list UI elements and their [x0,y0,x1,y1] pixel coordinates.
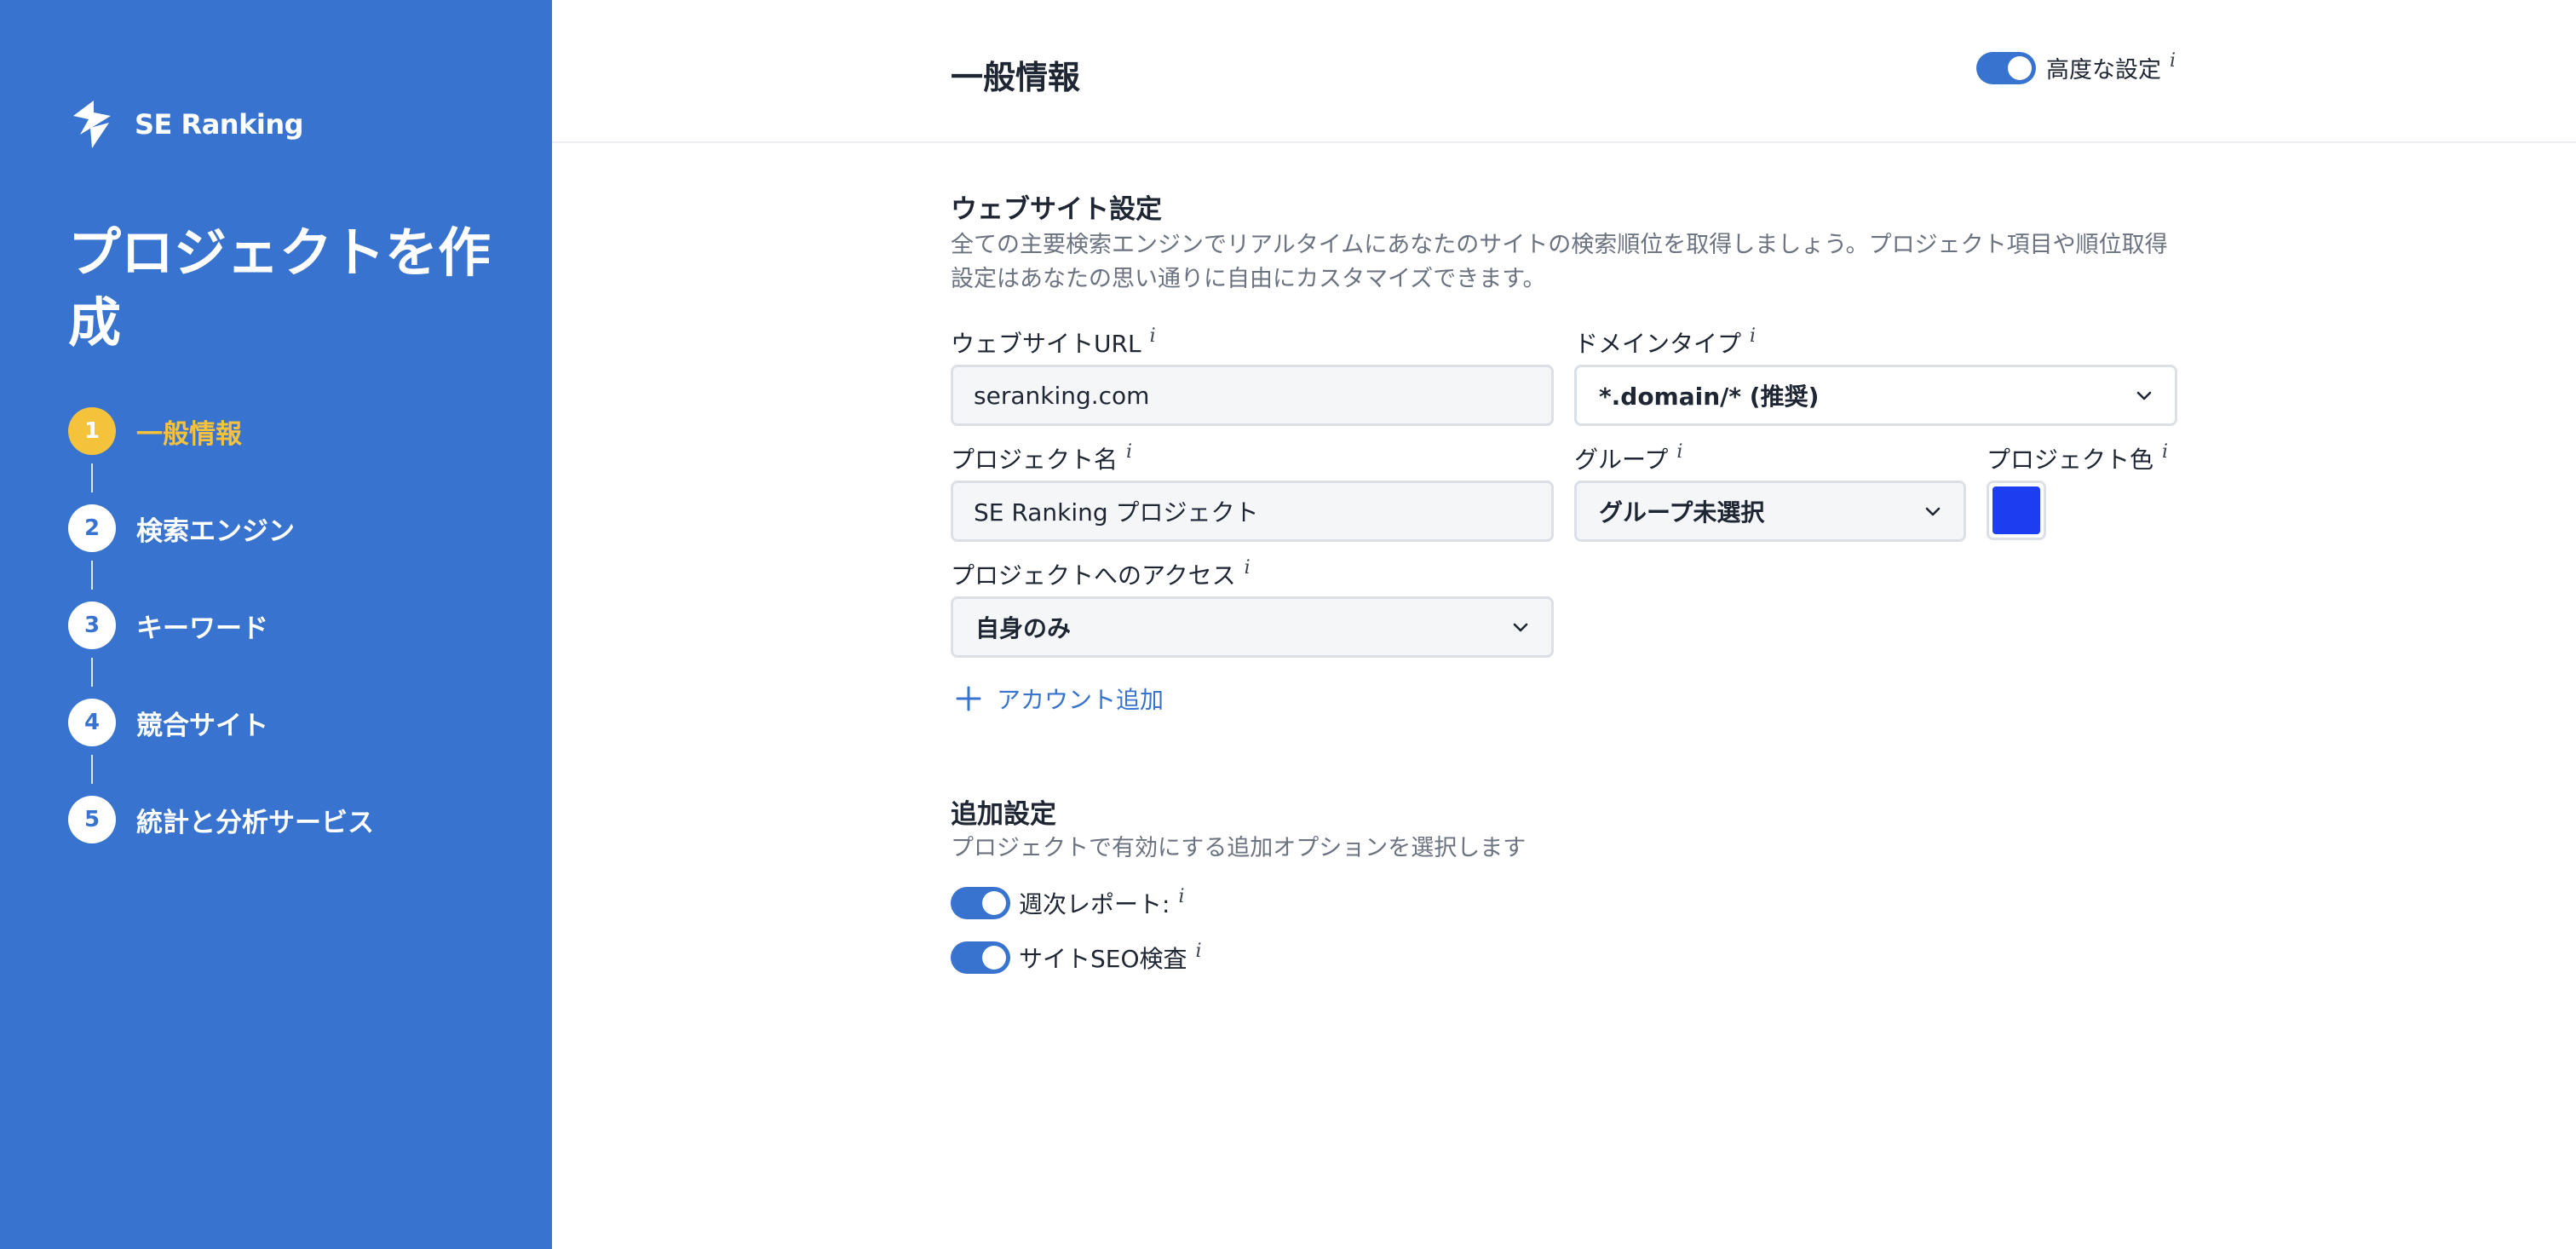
label-text: プロジェクトへのアクセス [951,561,1236,590]
project-access-label: プロジェクトへのアクセス i [951,557,1251,591]
project-name-input[interactable]: SE Ranking プロジェクト [951,481,1554,542]
advanced-settings: 高度な設定 i [1976,50,2176,84]
project-access-select[interactable]: 自身のみ [951,596,1554,658]
label-text: グループ [1574,446,1669,474]
advanced-settings-label: 高度な設定 [2046,57,2161,83]
chevron-down-icon [1925,507,1941,516]
additional-settings-description: プロジェクトで有効にする追加オプションを選択します [951,835,1527,861]
weekly-report-toggle[interactable] [951,887,1010,919]
step-connector [91,463,93,492]
logo-text: SE Ranking [135,108,304,141]
step-connector [91,755,93,784]
info-icon[interactable]: i [1196,941,1202,962]
step-label: 検索エンジン [136,515,295,547]
info-icon[interactable]: i [1150,325,1156,347]
step-number: 5 [68,796,116,843]
weekly-report-label: 週次レポート: [1019,890,1170,918]
se-ranking-logo-icon [73,101,111,148]
step-label: 競合サイト [136,710,268,741]
toggle-knob [982,891,1006,915]
add-account-label: アカウント追加 [997,686,1164,714]
site-audit-label: サイトSEO検査 [1019,945,1187,973]
step-label: キーワード [136,613,268,644]
chevron-down-icon [2136,391,2152,400]
group-select[interactable]: グループ未選択 [1574,481,1966,542]
website-url-input[interactable]: seranking.com [951,365,1554,426]
website-settings-description: 全ての主要検索エンジンでリアルタイムにあなたのサイトの検索順位を取得しましょう。… [951,232,2168,292]
info-icon[interactable]: i [2170,50,2176,72]
website-url-label: ウェブサイトURL i [951,325,1156,360]
info-icon[interactable]: i [1750,325,1756,347]
info-icon[interactable]: i [1245,557,1251,578]
site-audit-option: サイトSEO検査 i [951,941,1202,975]
chevron-down-icon [1513,623,1528,632]
info-icon[interactable]: i [1178,886,1184,907]
additional-settings-title: 追加設定 [951,799,1056,830]
project-color-picker[interactable] [1987,481,2046,540]
domain-type-select[interactable]: *.domain/* (推奨) [1574,365,2177,426]
sidebar: SE Ranking プロジェクトを作成 1 一般情報 2 検索エンジン 3 キ… [0,0,552,1249]
step-label: 統計と分析サービス [136,807,374,838]
toggle-knob [982,946,1006,970]
weekly-report-option: 週次レポート: i [951,886,1184,920]
input-value: SE Ranking プロジェクト [974,498,1259,527]
step-number: 4 [68,699,116,746]
label-text: プロジェクト色 [1987,446,2154,474]
group-label: グループ i [1574,441,1682,475]
page-header: 一般情報 高度な設定 i [552,0,2576,143]
toggle-knob [2008,55,2032,80]
step-keywords[interactable]: 3 キーワード [68,601,511,649]
plus-icon [956,686,981,711]
info-icon[interactable]: i [2162,441,2168,463]
step-number: 3 [68,601,116,649]
label-text: プロジェクト名 [951,446,1118,474]
label-text: ドメインタイプ [1574,330,1742,358]
step-general-info[interactable]: 1 一般情報 [68,407,511,455]
logo[interactable]: SE Ranking [68,99,304,150]
step-competitors[interactable]: 4 競合サイト [68,699,511,746]
info-icon[interactable]: i [1676,441,1682,463]
select-value: 自身のみ [975,614,1072,642]
step-connector [91,561,93,590]
add-account-button[interactable]: アカウント追加 [956,682,1164,716]
project-color-label: プロジェクト色 i [1987,441,2168,475]
site-audit-toggle[interactable] [951,941,1010,974]
info-icon[interactable]: i [1126,441,1132,463]
step-analytics[interactable]: 5 統計と分析サービス [68,796,511,843]
step-connector [91,658,93,687]
step-number: 2 [68,504,116,552]
step-search-engines[interactable]: 2 検索エンジン [68,504,511,552]
step-label: 一般情報 [136,418,242,450]
label-text: ウェブサイトURL [951,330,1141,358]
color-fill [1992,486,2040,534]
select-value: グループ未選択 [1599,498,1765,527]
step-number: 1 [68,407,116,455]
website-settings-title: ウェブサイト設定 [951,194,1162,225]
project-name-label: プロジェクト名 i [951,441,1132,475]
page-title: 一般情報 [951,59,1081,96]
sidebar-title: プロジェクトを作成 [68,222,492,354]
input-value: seranking.com [974,381,1150,410]
advanced-settings-toggle[interactable] [1976,51,2036,84]
select-value: *.domain/* (推奨) [1599,383,1820,411]
domain-type-label: ドメインタイプ i [1574,325,1756,360]
